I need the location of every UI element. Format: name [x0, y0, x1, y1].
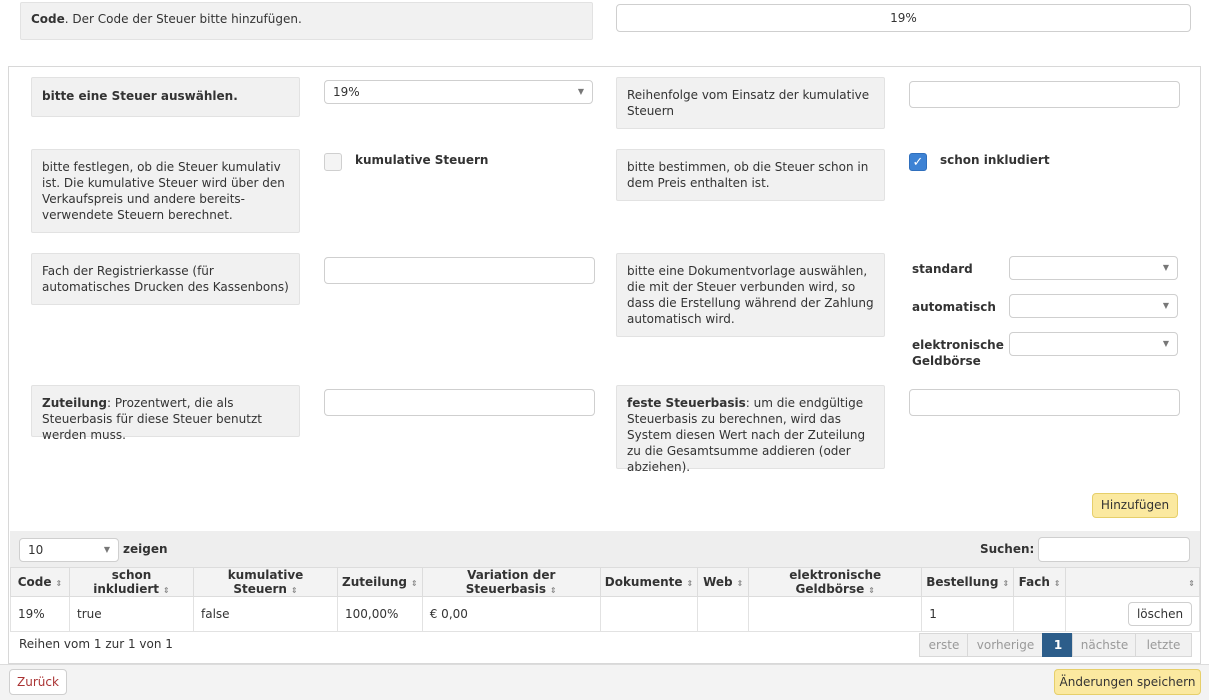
cumulative-checkbox-label: kumulative Steuern — [355, 153, 489, 167]
cell-base-variation: € 0,00 — [421, 596, 601, 632]
col-code[interactable]: Code ⇕ — [10, 567, 70, 597]
tax-table: Code ⇕ schon inkludiert ⇕ kumulative Steue… — [10, 567, 1200, 632]
chevron-down-icon: ▼ — [103, 545, 110, 554]
col-allocation[interactable]: Zuteilung ⇕ — [337, 567, 423, 597]
cumulative-description-text: bitte festlegen, ob die Steuer kumulativ… — [42, 160, 285, 222]
order-label-text: Reihenfolge vom Einsatz der kumulative S… — [627, 88, 870, 118]
bottom-bar — [0, 664, 1209, 700]
chevron-down-icon: ▼ — [1162, 263, 1169, 272]
cell-wallet — [748, 596, 923, 632]
table-header-row: Code ⇕ schon inkludiert ⇕ kumulative Steue… — [10, 567, 1200, 597]
sort-icon: ⇕ — [549, 586, 557, 595]
cell-cumulative: false — [193, 596, 338, 632]
cell-documents — [599, 596, 699, 632]
document-select-wallet[interactable]: ▼ — [1009, 332, 1178, 356]
included-checkbox-label: schon inkludiert — [940, 153, 1050, 167]
tax-select-label-text: bitte eine Steuer auswählen. — [42, 89, 238, 103]
add-button[interactable]: Hinzufügen — [1092, 493, 1178, 518]
col-cumulative[interactable]: kumulative Steuern ⇕ — [193, 567, 338, 597]
document-option-label-wallet: elektronische Geldbörse — [912, 338, 1004, 368]
cell-actions: löschen — [1065, 596, 1200, 632]
chevron-down-icon: ▼ — [1162, 301, 1169, 310]
col-actions[interactable]: ⇕ — [1065, 567, 1200, 597]
register-input[interactable] — [324, 257, 595, 284]
code-label: Code. Der Code der Steuer bitte hinzufüg… — [20, 2, 593, 40]
register-label-text: Fach der Registrierkasse (für automatisc… — [42, 264, 289, 294]
sort-icon: ⇕ — [1002, 579, 1010, 588]
pager-last[interactable]: letzte — [1135, 633, 1192, 657]
search-input[interactable] — [1038, 537, 1190, 562]
sort-icon: ⇕ — [55, 579, 63, 588]
fixed-base-input[interactable] — [909, 389, 1180, 416]
pager-previous[interactable]: vorherige — [967, 633, 1044, 657]
allocation-label-bold: Zuteilung — [42, 396, 108, 410]
cell-web — [697, 596, 750, 632]
pager-next[interactable]: nächste — [1072, 633, 1137, 657]
cell-allocation: 100,00% — [337, 596, 423, 632]
back-button[interactable]: Zurück — [9, 669, 67, 695]
tax-select[interactable]: 19% ▼ — [324, 80, 593, 104]
pager-first[interactable]: erste — [919, 633, 969, 657]
col-base-variation[interactable]: Variation der Steuerbasis ⇕ — [421, 567, 601, 597]
code-label-text: . Der Code der Steuer bitte hinzufügen. — [64, 12, 302, 26]
col-wallet[interactable]: elektronische Geldbörse ⇕ — [748, 567, 923, 597]
sort-icon: ⇕ — [1053, 579, 1061, 588]
cell-code: 19% — [10, 596, 70, 632]
sort-icon: ⇕ — [290, 586, 298, 595]
delete-button[interactable]: löschen — [1128, 602, 1192, 626]
cell-drawer — [1013, 596, 1067, 632]
cumulative-description: bitte festlegen, ob die Steuer kumulativ… — [31, 149, 300, 233]
document-label-text: bitte eine Dokumentvorlage auswählen, di… — [627, 264, 874, 326]
sort-icon: ⇕ — [868, 586, 875, 595]
cumulative-checkbox[interactable] — [324, 153, 342, 171]
pager-current[interactable]: 1 — [1042, 633, 1074, 657]
included-checkbox[interactable]: ✓ — [909, 153, 927, 171]
fixed-base-label-bold: feste Steuerbasis — [627, 396, 746, 410]
sort-icon: ⇕ — [411, 579, 418, 588]
cell-included: true — [69, 596, 194, 632]
col-included[interactable]: schon inkludiert ⇕ — [69, 567, 194, 597]
page-size-value: 10 — [28, 543, 44, 557]
code-label-bold: Code — [31, 12, 65, 26]
code-input-value: 19% — [890, 11, 917, 25]
order-label: Reihenfolge vom Einsatz der kumulative S… — [616, 77, 885, 129]
document-select-standard[interactable]: ▼ — [1009, 256, 1178, 280]
fixed-base-label: feste Steuerbasis: um die endgültige Ste… — [616, 385, 885, 474]
document-select-automatic[interactable]: ▼ — [1009, 294, 1178, 318]
col-web[interactable]: Web ⇕ — [697, 567, 750, 597]
document-option-label-automatic: automatisch — [912, 300, 996, 314]
allocation-label: Zuteilung: Prozentwert, die als Steuerba… — [31, 385, 300, 442]
allocation-input[interactable] — [324, 389, 595, 416]
sort-icon: ⇕ — [686, 579, 694, 588]
col-drawer[interactable]: Fach ⇕ — [1013, 567, 1067, 597]
page-size-label: zeigen — [123, 542, 168, 556]
checkmark-icon: ✓ — [912, 155, 924, 170]
tax-select-label: bitte eine Steuer auswählen. — [31, 77, 300, 117]
page-size-select[interactable]: 10 ▼ — [19, 538, 119, 562]
tax-select-value: 19% — [333, 85, 360, 99]
search-label: Suchen: — [980, 542, 1035, 556]
chevron-down-icon: ▼ — [577, 87, 584, 96]
save-changes-button[interactable]: Änderungen speichern — [1054, 669, 1201, 695]
sort-icon: ⇕ — [1188, 579, 1195, 588]
document-option-label-standard: standard — [912, 262, 973, 276]
code-input[interactable]: 19% — [616, 4, 1191, 32]
document-label: bitte eine Dokumentvorlage auswählen, di… — [616, 253, 885, 337]
order-input[interactable] — [909, 81, 1180, 108]
chevron-down-icon: ▼ — [1162, 339, 1169, 348]
included-description: bitte bestimmen, ob die Steuer schon in … — [616, 149, 885, 201]
col-order[interactable]: Bestellung ⇕ — [921, 567, 1015, 597]
sort-icon: ⇕ — [736, 579, 744, 588]
col-documents[interactable]: Dokumente ⇕ — [599, 567, 699, 597]
table-info: Reihen vom 1 zur 1 von 1 — [19, 637, 173, 651]
sort-icon: ⇕ — [163, 586, 170, 595]
register-label: Fach der Registrierkasse (für automatisc… — [31, 253, 300, 305]
table-row: 19% true false 100,00% € 0,00 1 löschen — [10, 596, 1200, 632]
included-description-text: bitte bestimmen, ob die Steuer schon in … — [627, 160, 869, 190]
cell-order: 1 — [921, 596, 1015, 632]
